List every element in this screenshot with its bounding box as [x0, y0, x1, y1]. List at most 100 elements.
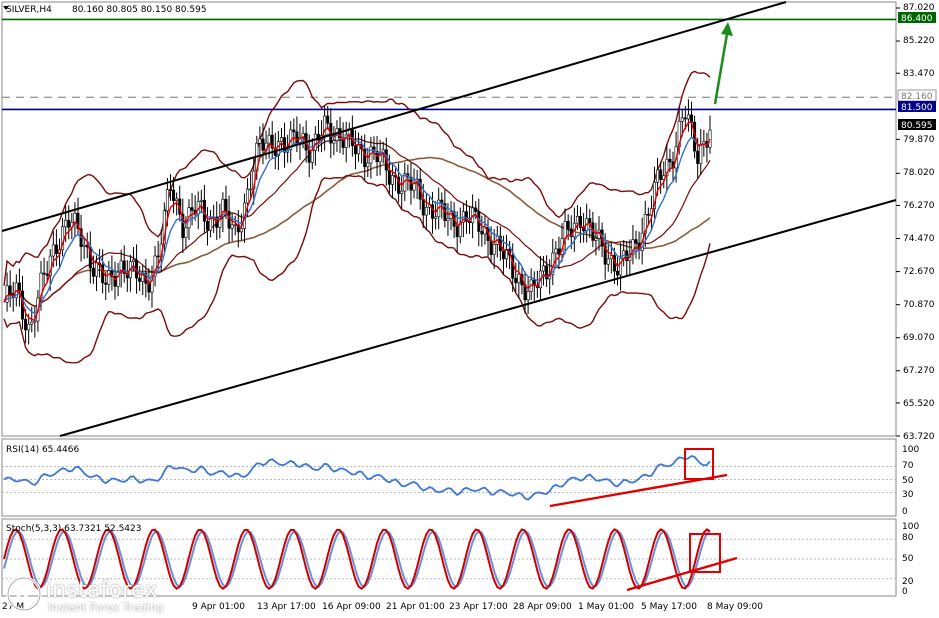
candle-body [249, 188, 253, 191]
candle-body [233, 224, 237, 227]
candle-body [24, 318, 28, 331]
price-tick: 85.220 [903, 36, 935, 46]
candle-body [474, 207, 478, 213]
candle-body [517, 274, 521, 284]
candle-body [668, 158, 672, 163]
candle-body [656, 169, 660, 183]
time-tick: 9 Apr 01:00 [192, 602, 245, 612]
candle-body [199, 199, 203, 202]
candle-body [292, 129, 296, 133]
time-tick: 5 May 17:00 [641, 602, 697, 612]
candle-body [699, 144, 703, 164]
candle-body [30, 321, 34, 325]
candle-body [526, 291, 530, 301]
candle-body [73, 212, 77, 223]
symbol-timeframe-label: SILVER,H4 [6, 5, 52, 15]
stoch-indicator-label: Stoch(5,3,3) 63.7321 52.5423 [6, 524, 141, 534]
rsi-indicator-label: RSI(14) 65.4466 [6, 445, 79, 455]
candle-body [489, 240, 493, 255]
candle-body [307, 149, 311, 163]
price-tick: 70.870 [903, 300, 935, 310]
candle-body [310, 149, 314, 163]
stoch-level-50: 50 [902, 554, 914, 564]
candle-body [94, 262, 98, 277]
candle-body [690, 114, 694, 123]
candle-body [82, 244, 86, 247]
time-tick: 21 Apr 01:00 [386, 602, 445, 612]
time-tick: 28 Apr 09:00 [513, 602, 572, 612]
candle-body [566, 220, 570, 230]
candle-body [480, 231, 484, 235]
rsi-level-50: 50 [902, 476, 914, 486]
candle-body [353, 145, 357, 155]
price-tick: 69.070 [903, 333, 935, 343]
candle-body [64, 219, 68, 228]
candle-body [446, 218, 450, 221]
time-tick: 1 May 01:00 [578, 602, 634, 612]
candle-body [400, 190, 404, 194]
rsi-level-0: 0 [902, 507, 908, 517]
time-tick: 16 Apr 09:00 [322, 602, 381, 612]
price-tick: 87.020 [903, 3, 935, 13]
candle-body [42, 272, 46, 275]
candle-body [279, 137, 283, 143]
stoch-level-100: 100 [902, 522, 919, 532]
candle-body [326, 115, 330, 124]
candle-body [332, 140, 336, 144]
candle-body [606, 258, 610, 265]
candle-body [261, 138, 265, 151]
candle-body [313, 133, 317, 151]
candle-body [147, 283, 151, 293]
candle-body [390, 175, 394, 185]
candle-body [190, 207, 194, 211]
candle-body [295, 131, 299, 145]
candle-body [224, 198, 228, 212]
time-tick: 8 May 09:00 [707, 602, 763, 612]
dashed-level-tag-text: 82.160 [901, 92, 933, 102]
candle-body [104, 282, 108, 285]
candle-body [659, 169, 663, 180]
candle-body [594, 237, 598, 241]
rsi-panel [1, 438, 897, 517]
candle-body [412, 183, 416, 191]
candle-body [575, 216, 579, 224]
candle-body [514, 277, 518, 284]
candle-body [696, 150, 700, 164]
candle-body [501, 250, 505, 260]
rsi-level-70: 70 [902, 461, 914, 471]
candle-body [246, 188, 250, 204]
candle-body [424, 206, 428, 216]
price-tick: 76.270 [903, 201, 935, 211]
candle-body [616, 270, 620, 276]
candle-body [455, 225, 459, 238]
candle-body [209, 217, 213, 231]
candle-body [27, 323, 31, 331]
candle-body [434, 216, 438, 219]
candle-body [708, 129, 712, 148]
price-tick: 63.720 [903, 432, 935, 442]
candle-body [45, 273, 49, 276]
candle-body [17, 282, 21, 292]
time-tick: 13 Apr 17:00 [257, 602, 316, 612]
candle-body [622, 250, 626, 259]
price-tick: 72.670 [903, 267, 935, 277]
candle-body [175, 198, 179, 201]
price-tick: 83.470 [903, 69, 935, 79]
time-tick: 23 Apr 17:00 [449, 602, 508, 612]
candle-body [634, 239, 638, 244]
resistance-price-tag-text: 86.400 [901, 14, 933, 24]
candle-body [156, 255, 160, 258]
stoch-level-0: 0 [902, 587, 908, 597]
candle-body [33, 320, 37, 323]
price-tick: 74.470 [903, 234, 935, 244]
candle-body [588, 218, 592, 224]
candle-body [492, 243, 496, 255]
candle-body [184, 227, 188, 238]
stoch-level-20: 20 [902, 577, 914, 587]
price-tick: 78.020 [903, 168, 935, 178]
candle-body [554, 248, 558, 254]
candle-body [230, 224, 234, 229]
candle-body [91, 267, 95, 277]
blue-level-tag-text: 81.500 [901, 103, 933, 113]
candle-body [563, 220, 567, 240]
